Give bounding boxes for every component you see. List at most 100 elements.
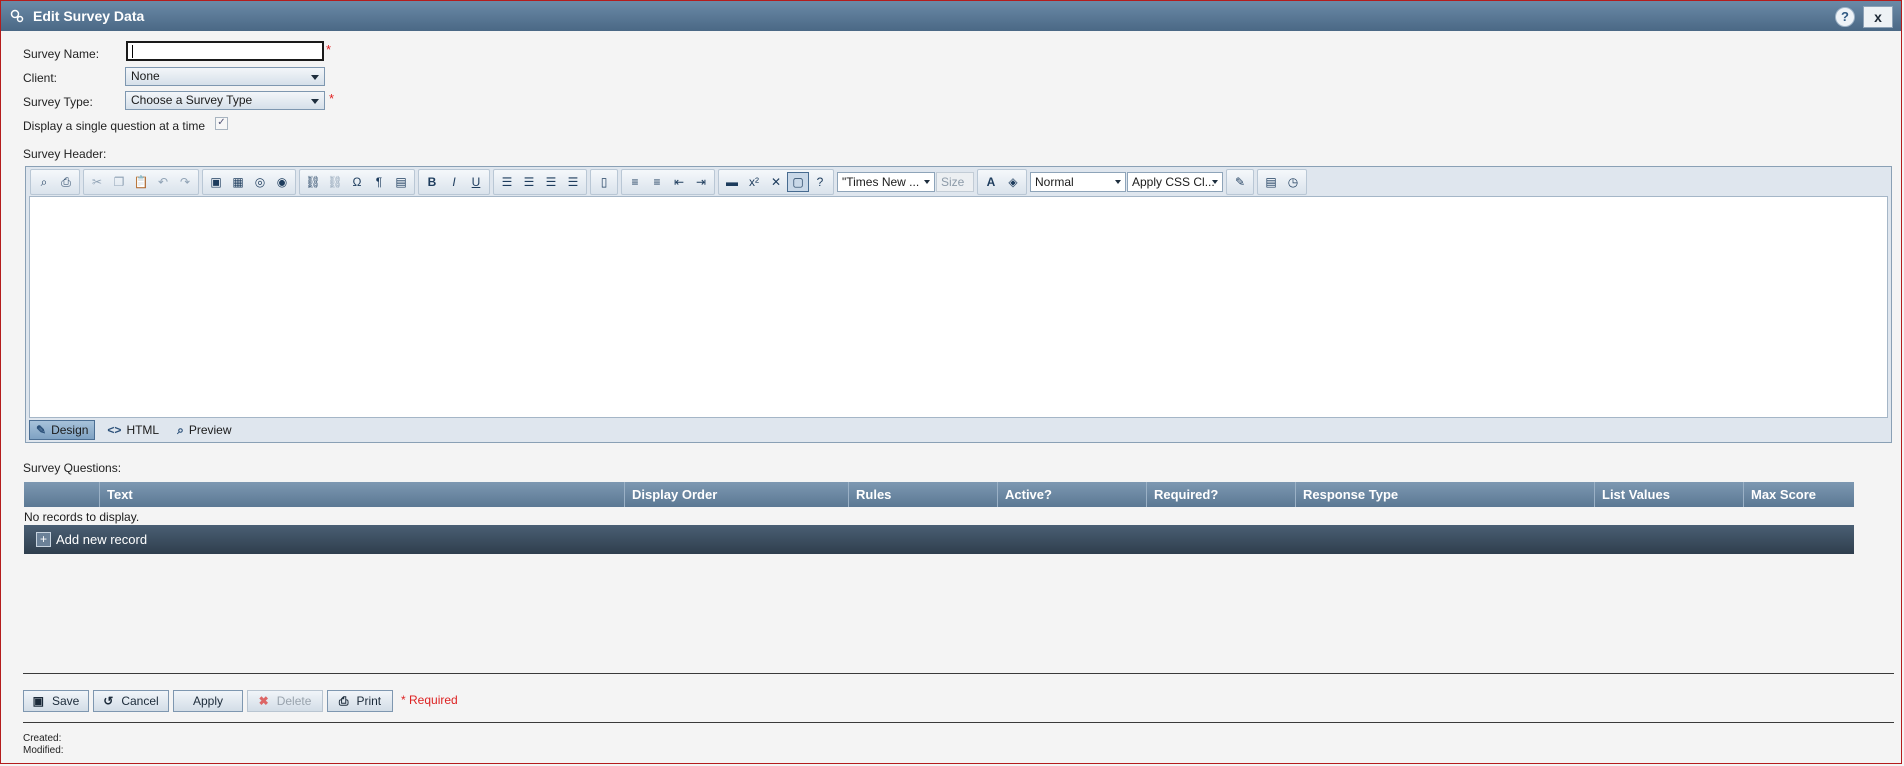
single-question-checkbox[interactable]: ✓ (215, 117, 228, 130)
floppy-disk-icon: ▣ (32, 694, 44, 708)
chevron-down-icon (924, 180, 930, 184)
survey-questions-label: Survey Questions: (23, 461, 122, 475)
column-header-required[interactable]: Required? (1146, 482, 1295, 507)
save-button[interactable]: ▣ Save (23, 690, 89, 712)
toolbar-group-lists: ≡ ≡ ⇤ ⇥ (621, 169, 715, 195)
undo-icon[interactable]: ↶ (152, 172, 174, 192)
column-header-active[interactable]: Active? (997, 482, 1146, 507)
printer-icon: ⎙ (338, 693, 349, 708)
italic-icon[interactable]: I (443, 172, 465, 192)
survey-name-input[interactable] (126, 41, 324, 61)
toolbar-group-misc: ▬ x² ✕ ▢ ? (718, 169, 834, 195)
single-question-label: Display a single question at a time (23, 119, 206, 133)
no-records-message: No records to display. (24, 510, 140, 524)
column-header-max-score[interactable]: Max Score (1743, 482, 1854, 507)
window-title: Edit Survey Data (33, 8, 145, 24)
align-center-icon[interactable]: ☰ (518, 172, 540, 192)
align-left-icon[interactable]: ☰ (496, 172, 518, 192)
column-header-list-values[interactable]: List Values (1594, 482, 1743, 507)
insert-date-icon[interactable]: ◷ (1282, 172, 1304, 192)
apply-button[interactable]: Apply (173, 690, 243, 712)
column-header-response-type[interactable]: Response Type (1295, 482, 1594, 507)
paragraph-icon[interactable]: ¶ (368, 172, 390, 192)
clear-format-icon[interactable]: ✕ (765, 172, 787, 192)
align-right-icon[interactable]: ☰ (540, 172, 562, 192)
tab-html[interactable]: <> HTML (101, 420, 165, 440)
toolbar-group-doc: ▯ (590, 169, 618, 195)
toolbar-group-text-style: B I U (418, 169, 490, 195)
column-header-rules[interactable]: Rules (848, 482, 997, 507)
chevron-down-icon (311, 99, 319, 104)
bullet-list-icon[interactable]: ≡ (646, 172, 668, 192)
survey-type-dropdown[interactable]: Choose a Survey Type (125, 91, 325, 110)
client-dropdown[interactable]: None (125, 67, 325, 86)
survey-header-label: Survey Header: (23, 147, 107, 161)
media-icon[interactable]: ◉ (271, 172, 293, 192)
toolbar-group-clipboard: ✂ ❐ 📋 ↶ ↷ (83, 169, 199, 195)
format-stripper-icon[interactable]: ✎ (1229, 172, 1251, 192)
numbered-list-icon[interactable]: ≡ (624, 172, 646, 192)
tab-design[interactable]: ✎ Design (29, 420, 96, 440)
horizontal-rule-icon[interactable]: ▬ (721, 172, 743, 192)
required-note: * Required (401, 693, 458, 707)
paragraph-style-value: Normal (1035, 175, 1074, 189)
back-color-icon[interactable]: ◈ (1002, 172, 1024, 192)
hyperlink-icon[interactable]: ⛓ (302, 172, 324, 192)
font-name-select[interactable]: "Times New ... (837, 172, 935, 192)
document-manager-icon[interactable]: ▯ (593, 172, 615, 192)
unlink-icon[interactable]: ⛓ (324, 172, 346, 192)
survey-type-label: Survey Type: (23, 95, 93, 109)
css-class-value: Apply CSS Cl... (1132, 175, 1215, 189)
required-marker: * (329, 91, 335, 106)
toolbar-group-links: ⛓ ⛓ Ω ¶ ▤ (299, 169, 415, 195)
insert-symbol-icon[interactable]: ▤ (1260, 172, 1282, 192)
outdent-icon[interactable]: ⇤ (668, 172, 690, 192)
close-button[interactable]: x (1863, 6, 1893, 28)
help-icon[interactable]: ? (809, 172, 831, 192)
toggle-border-icon[interactable]: ▢ (787, 172, 809, 192)
format-painter-icon[interactable]: ▤ (390, 172, 412, 192)
flash-icon[interactable]: ◎ (249, 172, 271, 192)
font-size-select[interactable]: Size (936, 172, 974, 192)
table-icon[interactable]: ▦ (227, 172, 249, 192)
tab-preview-label: Preview (188, 423, 232, 437)
column-header-display-order[interactable]: Display Order (624, 482, 848, 507)
special-chars-icon[interactable]: Ω (346, 172, 368, 192)
divider-top (23, 673, 1894, 674)
print-icon[interactable]: ⎙ (55, 172, 77, 192)
find-replace-icon[interactable]: ⌕ (33, 172, 55, 192)
css-class-select[interactable]: Apply CSS Cl... (1127, 172, 1223, 192)
plus-icon[interactable]: + (36, 532, 51, 547)
font-size-value: Size (941, 175, 965, 189)
print-button[interactable]: ⎙ Print (327, 690, 393, 712)
image-manager-icon[interactable]: ▣ (205, 172, 227, 192)
toolbar-group-insert: ▣ ▦ ◎ ◉ (202, 169, 296, 195)
underline-icon[interactable]: U (465, 172, 487, 192)
redo-icon[interactable]: ↷ (174, 172, 196, 192)
cancel-button[interactable]: ↺ Cancel (93, 690, 169, 712)
column-header-text[interactable]: Text (99, 482, 624, 507)
editor-content-area[interactable] (29, 196, 1888, 418)
indent-icon[interactable]: ⇥ (690, 172, 712, 192)
superscript-icon[interactable]: x² (743, 172, 765, 192)
created-label: Created: (23, 733, 62, 744)
cut-icon[interactable]: ✂ (86, 172, 108, 192)
delete-button[interactable]: ✖ Delete (247, 690, 323, 712)
paste-icon[interactable]: 📋 (130, 172, 152, 192)
help-button[interactable]: ? (1835, 7, 1855, 27)
justify-icon[interactable]: ☰ (562, 172, 584, 192)
pencil-icon: ✎ (36, 423, 47, 437)
cancel-arrow-icon: ↺ (103, 694, 114, 708)
fore-color-icon[interactable]: A (980, 172, 1002, 192)
delete-x-icon: ✖ (258, 694, 269, 708)
survey-type-dropdown-value: Choose a Survey Type (131, 93, 253, 107)
client-dropdown-value: None (131, 69, 160, 83)
code-icon: <> (107, 423, 122, 437)
print-button-label: Print (356, 694, 382, 708)
bold-icon[interactable]: B (421, 172, 443, 192)
tab-preview[interactable]: ⌕ Preview (171, 420, 237, 440)
paragraph-style-select[interactable]: Normal (1030, 172, 1126, 192)
copy-icon[interactable]: ❐ (108, 172, 130, 192)
add-new-record-link[interactable]: Add new record (56, 532, 147, 547)
cancel-button-label: Cancel (121, 694, 159, 708)
